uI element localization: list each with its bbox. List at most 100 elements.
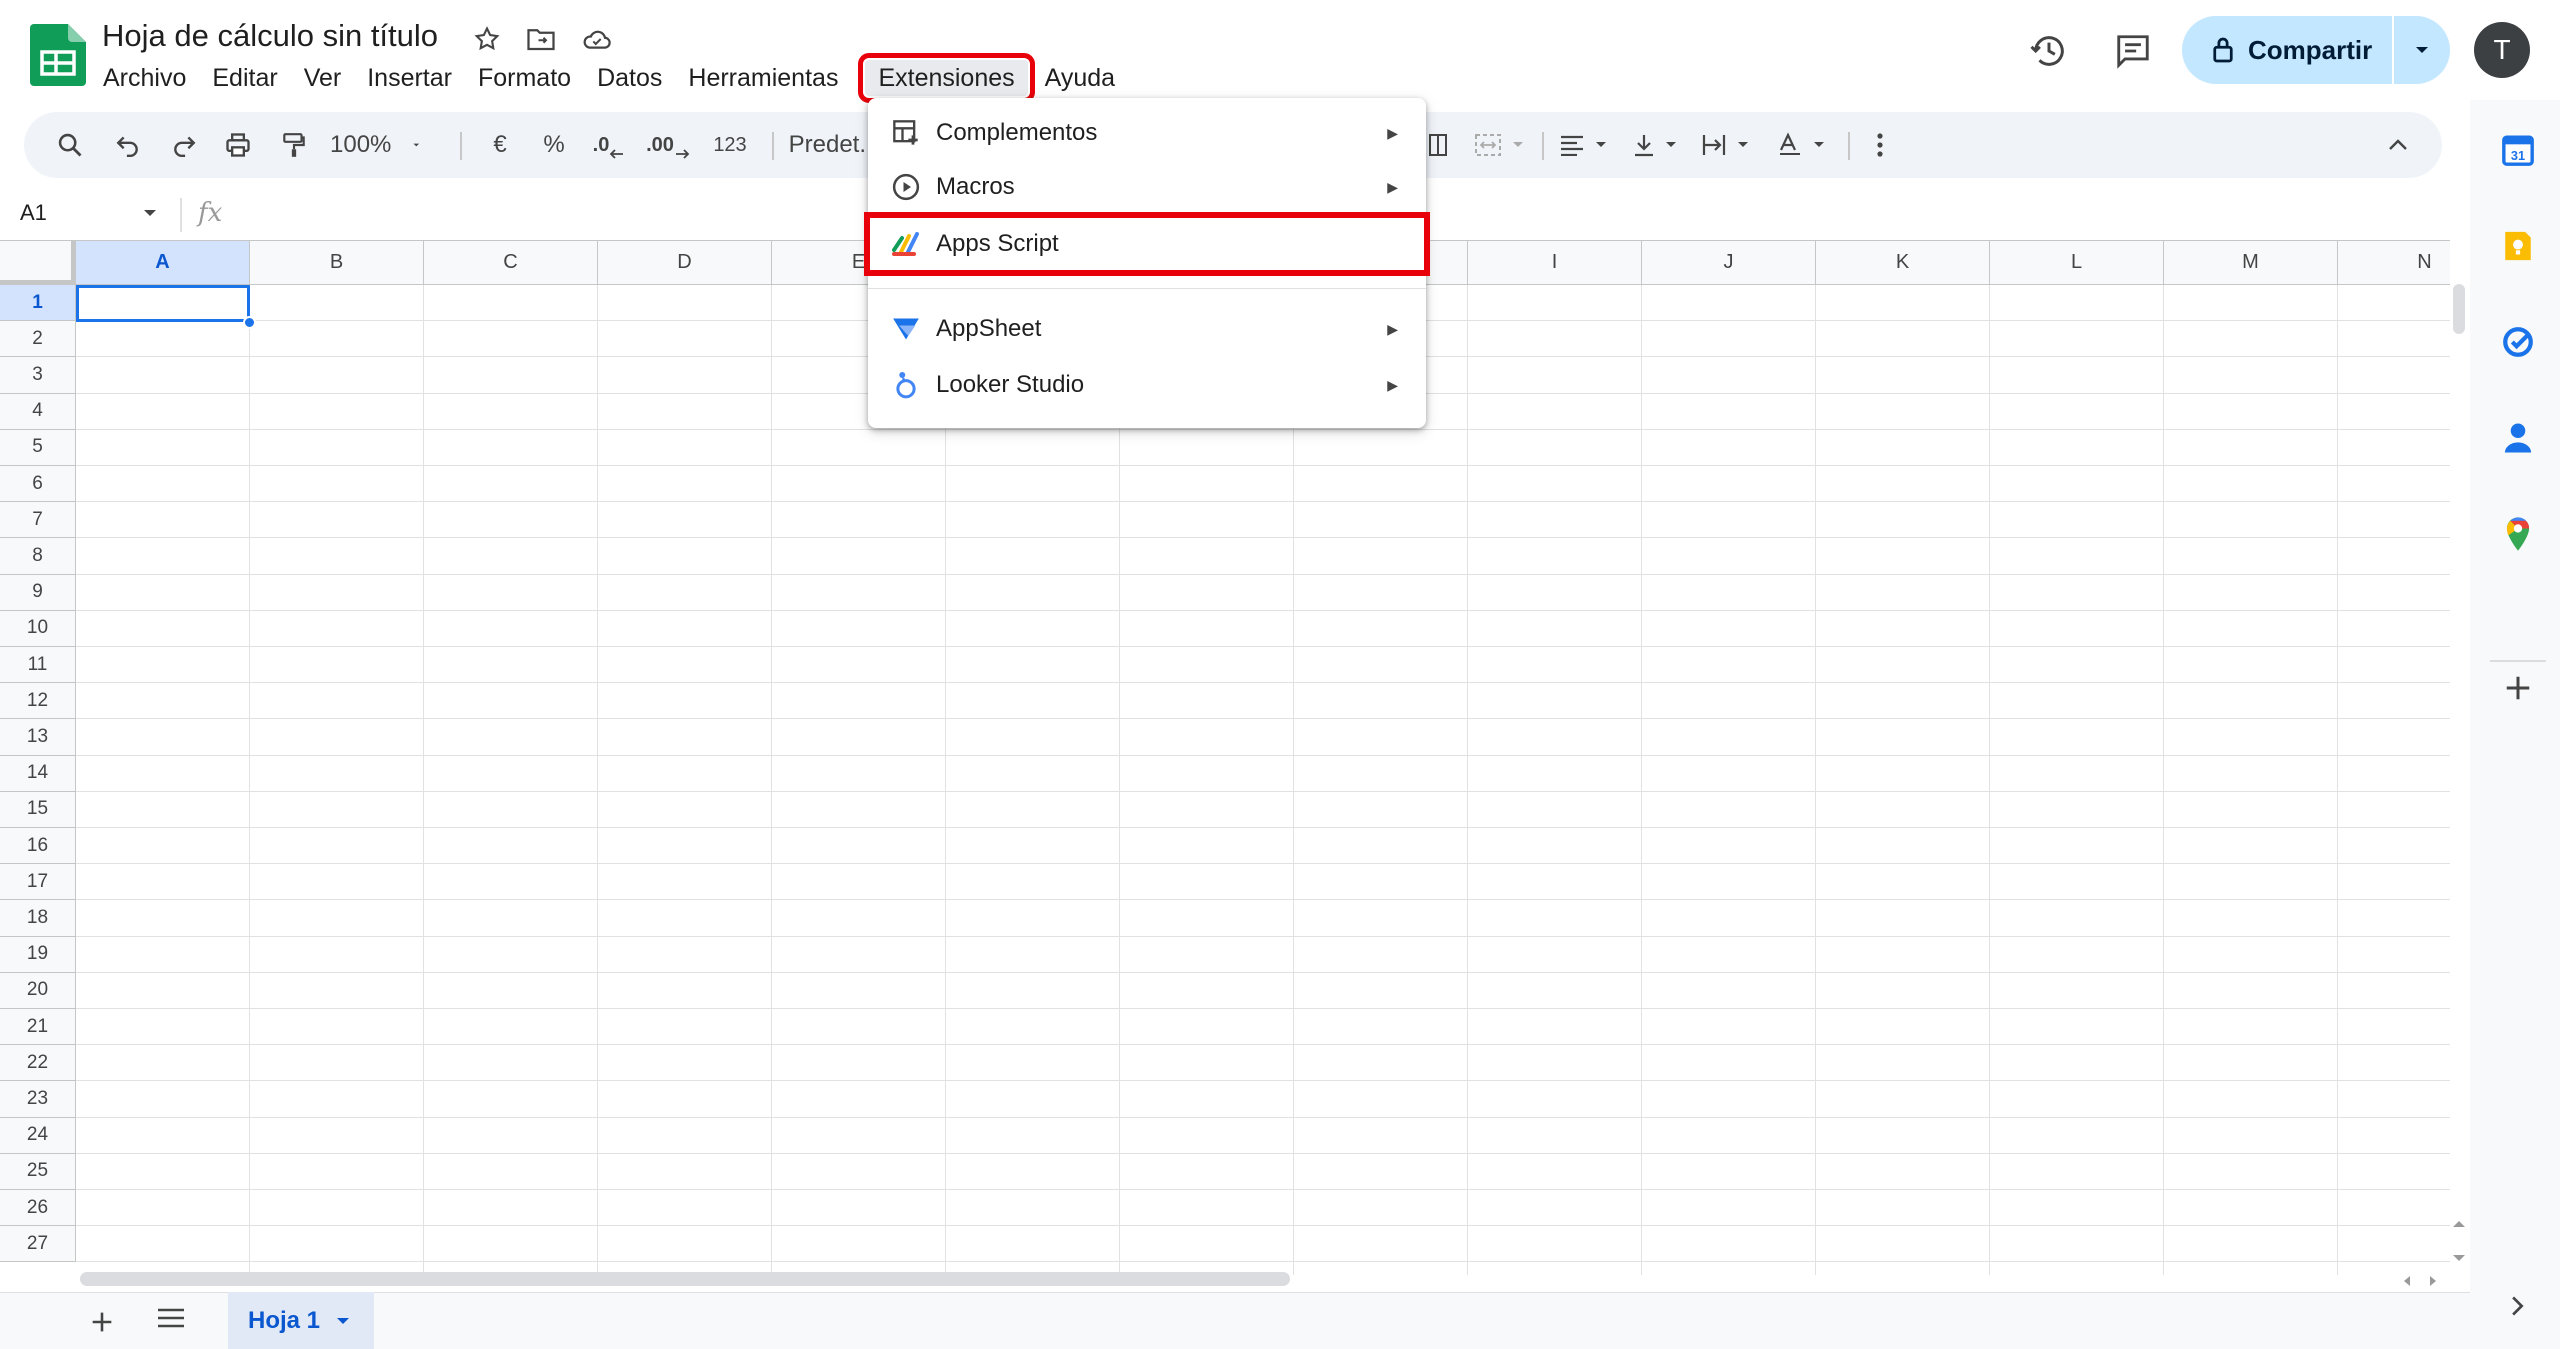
column-header[interactable]: C: [424, 241, 598, 285]
scroll-up-icon[interactable]: [2452, 1216, 2466, 1234]
paint-format-icon[interactable]: [274, 112, 314, 178]
all-sheets-icon[interactable]: [156, 1306, 186, 1335]
column-header[interactable]: K: [1816, 241, 1990, 285]
expand-side-panel-icon[interactable]: [2496, 1284, 2540, 1328]
row-header[interactable]: 19: [0, 936, 76, 973]
row-header[interactable]: 3: [0, 357, 76, 394]
name-box[interactable]: A1: [20, 200, 47, 226]
name-box-dropdown-icon[interactable]: [142, 206, 158, 224]
row-header[interactable]: 5: [0, 429, 76, 466]
merge-cells-icon[interactable]: [1464, 112, 1534, 178]
row-header[interactable]: 8: [0, 538, 76, 575]
column-header[interactable]: D: [598, 241, 772, 285]
redo-icon[interactable]: [164, 112, 204, 178]
row-header[interactable]: 24: [0, 1117, 76, 1154]
add-sheet-icon[interactable]: [88, 1303, 116, 1345]
menu-editar[interactable]: Editar: [199, 60, 290, 96]
comments-icon[interactable]: [2110, 28, 2156, 74]
row-header[interactable]: 16: [0, 828, 76, 865]
share-dropdown-button[interactable]: [2394, 45, 2450, 55]
menu-ayuda[interactable]: Ayuda: [1032, 60, 1128, 96]
more-options-icon[interactable]: [1860, 112, 1900, 178]
caret-down-icon[interactable]: [336, 1316, 350, 1326]
row-header[interactable]: 11: [0, 647, 76, 684]
avatar[interactable]: T: [2474, 22, 2530, 78]
move-folder-icon[interactable]: [524, 22, 558, 56]
menu-formato[interactable]: Formato: [465, 60, 584, 96]
tasks-icon[interactable]: [2496, 320, 2540, 364]
zoom-select[interactable]: 100%: [330, 112, 420, 178]
keep-icon[interactable]: [2496, 224, 2540, 268]
add-icon[interactable]: [2496, 666, 2540, 710]
row-header[interactable]: 23: [0, 1081, 76, 1118]
row-header[interactable]: 2: [0, 321, 76, 358]
select-all-corner[interactable]: [0, 241, 76, 285]
menu-item-complementos[interactable]: Complementos ▶: [868, 106, 1426, 160]
row-header[interactable]: 20: [0, 972, 76, 1009]
row-header[interactable]: 10: [0, 610, 76, 647]
horizontal-align-icon[interactable]: [1550, 112, 1616, 178]
row-header[interactable]: 6: [0, 466, 76, 503]
row-header[interactable]: 22: [0, 1045, 76, 1082]
sheets-logo-icon[interactable]: [30, 24, 86, 86]
scroll-right-icon[interactable]: [2428, 1274, 2438, 1292]
menu-item-macros[interactable]: Macros ▶: [868, 160, 1426, 214]
menu-herramientas[interactable]: Herramientas: [675, 60, 851, 96]
menu-item-apps-script[interactable]: Apps Script: [864, 212, 1430, 276]
decrease-decimals-button[interactable]: .0: [584, 112, 634, 178]
row-header[interactable]: 15: [0, 791, 76, 828]
vertical-align-icon[interactable]: [1622, 112, 1688, 178]
contacts-icon[interactable]: [2496, 416, 2540, 460]
cloud-saved-icon[interactable]: [580, 22, 614, 56]
search-menus-icon[interactable]: [50, 112, 90, 178]
row-header[interactable]: 14: [0, 755, 76, 792]
horizontal-scroll-thumb[interactable]: [80, 1272, 1290, 1286]
row-header[interactable]: 25: [0, 1153, 76, 1190]
row-header[interactable]: 27: [0, 1226, 76, 1263]
selected-cell[interactable]: [76, 285, 250, 322]
more-formats-button[interactable]: 123: [700, 112, 760, 178]
undo-icon[interactable]: [108, 112, 148, 178]
column-header[interactable]: L: [1990, 241, 2164, 285]
document-title[interactable]: Hoja de cálculo sin título: [102, 18, 438, 54]
text-rotation-icon[interactable]: [1766, 112, 1836, 178]
percent-format-button[interactable]: %: [534, 112, 574, 178]
menu-insertar[interactable]: Insertar: [354, 60, 465, 96]
version-history-icon[interactable]: [2026, 28, 2072, 74]
row-header[interactable]: 4: [0, 393, 76, 430]
column-header[interactable]: A: [76, 241, 250, 285]
column-header[interactable]: N: [2338, 241, 2450, 285]
row-header[interactable]: 7: [0, 502, 76, 539]
sheet-tab[interactable]: Hoja 1: [228, 1292, 374, 1349]
menu-datos[interactable]: Datos: [584, 60, 675, 96]
column-header[interactable]: I: [1468, 241, 1642, 285]
menu-item-looker-studio[interactable]: Looker Studio ▶: [868, 358, 1426, 412]
currency-format-button[interactable]: €: [480, 112, 520, 178]
print-icon[interactable]: [218, 112, 258, 178]
row-header[interactable]: 21: [0, 1009, 76, 1046]
menu-ver[interactable]: Ver: [291, 60, 355, 96]
menu-archivo[interactable]: Archivo: [90, 60, 199, 96]
scroll-down-icon[interactable]: [2452, 1250, 2466, 1268]
scroll-left-icon[interactable]: [2402, 1274, 2412, 1292]
increase-decimals-button[interactable]: .00: [640, 112, 696, 178]
menu-extensiones[interactable]: Extensiones: [858, 53, 1035, 103]
vertical-scroll-thumb[interactable]: [2453, 284, 2465, 334]
text-wrapping-icon[interactable]: [1692, 112, 1758, 178]
row-header[interactable]: 13: [0, 719, 76, 756]
column-header[interactable]: M: [2164, 241, 2338, 285]
menu-item-appsheet[interactable]: AppSheet ▶: [868, 302, 1426, 356]
calendar-icon[interactable]: 31: [2496, 128, 2540, 172]
star-icon[interactable]: [470, 22, 504, 56]
row-header[interactable]: 1: [0, 285, 76, 322]
row-header[interactable]: 12: [0, 683, 76, 720]
collapse-toolbar-icon[interactable]: [2378, 112, 2418, 178]
maps-icon[interactable]: [2496, 512, 2540, 556]
row-header[interactable]: 17: [0, 864, 76, 901]
column-header[interactable]: J: [1642, 241, 1816, 285]
row-header[interactable]: 18: [0, 900, 76, 937]
share-button[interactable]: Compartir: [2182, 16, 2395, 84]
vertical-scrollbar[interactable]: [2450, 240, 2468, 1270]
fill-handle[interactable]: [243, 316, 256, 329]
row-header[interactable]: 26: [0, 1190, 76, 1227]
